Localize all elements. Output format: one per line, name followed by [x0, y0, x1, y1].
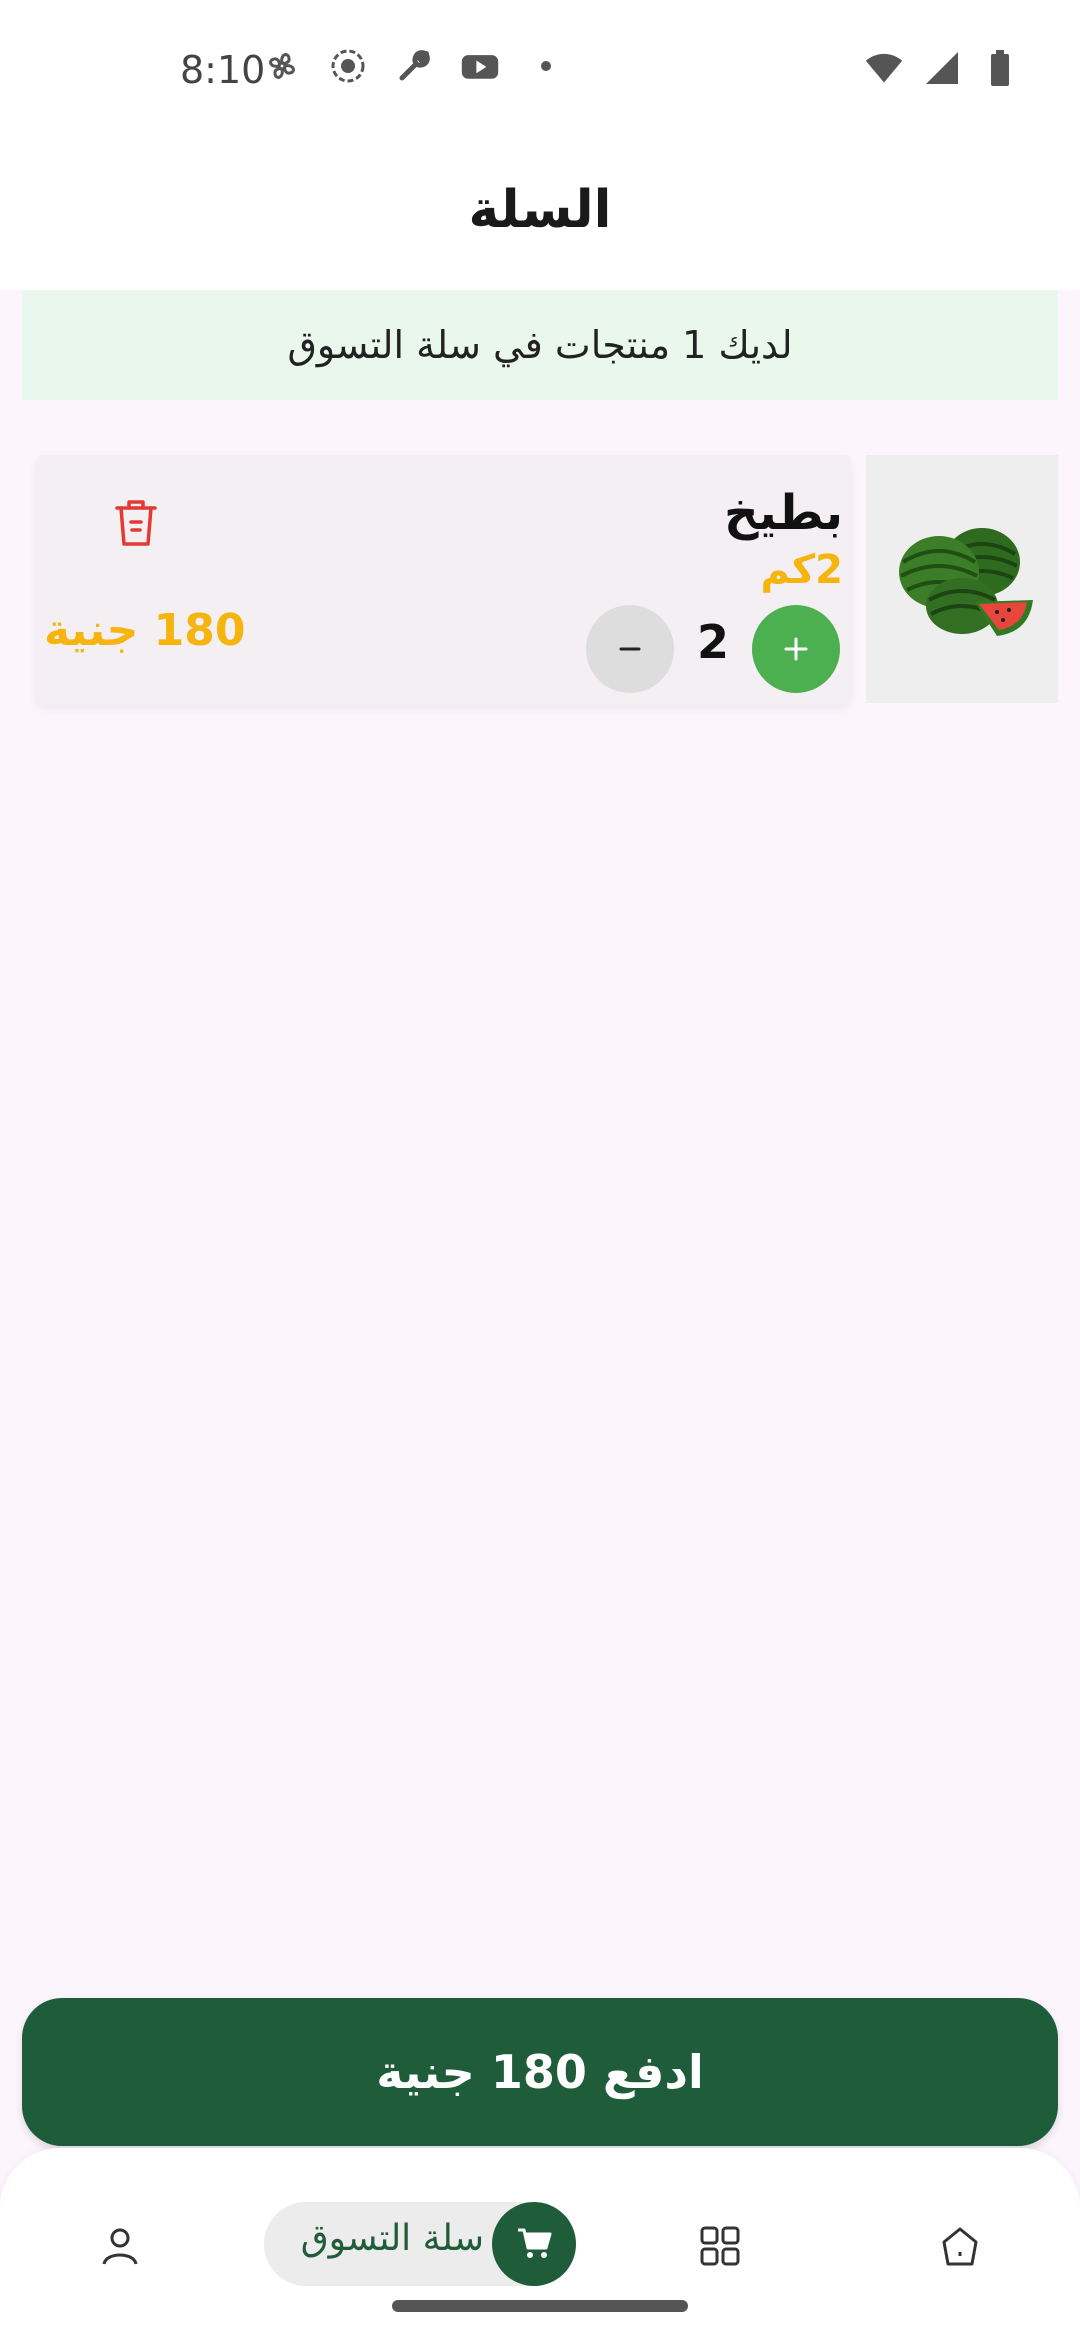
pay-button[interactable]: ادفع 180 جنية	[22, 1998, 1058, 2146]
status-system-icons	[864, 48, 1020, 88]
battery-icon	[980, 48, 1020, 88]
signal-icon	[922, 48, 962, 88]
nav-cart-icon-circle	[492, 2202, 576, 2286]
minus-icon	[615, 624, 645, 675]
fan-icon	[262, 46, 302, 86]
item-price: 180 جنية	[44, 605, 246, 656]
status-notification-icons	[262, 46, 566, 86]
nav-cart[interactable]: سلة التسوق	[264, 2202, 576, 2286]
cart-count-banner: لديك 1 منتجات في سلة التسوق	[22, 290, 1058, 400]
dot-icon	[526, 46, 566, 86]
nav-cart-label: سلة التسوق	[300, 2218, 484, 2259]
watermelon-image	[866, 455, 1058, 703]
cart-item: بطيخ 2كم 2 180 جنية	[36, 455, 1058, 705]
profile-icon	[98, 2224, 142, 2272]
status-bar: 8:10	[0, 0, 1080, 140]
youtube-icon	[460, 46, 500, 86]
home-indicator[interactable]	[392, 2300, 688, 2312]
wrench-icon	[394, 46, 434, 86]
quantity-value: 2	[696, 615, 729, 669]
wifi-icon	[864, 48, 904, 88]
grid-icon	[698, 2224, 742, 2272]
increase-quantity-button[interactable]	[752, 605, 840, 693]
item-weight: 2كم	[760, 547, 843, 593]
plus-icon	[781, 624, 811, 675]
home-icon	[938, 2224, 982, 2272]
cart-icon	[514, 2222, 554, 2266]
record-icon	[328, 46, 368, 86]
status-time: 8:10	[180, 48, 266, 92]
cart-count-text: لديك 1 منتجات في سلة التسوق	[287, 323, 793, 367]
delete-item-button[interactable]	[106, 495, 166, 555]
nav-categories[interactable]	[692, 2220, 748, 2276]
item-name: بطيخ	[724, 485, 843, 541]
app-header: السلة	[0, 140, 1080, 290]
decrease-quantity-button[interactable]	[586, 605, 674, 693]
nav-home[interactable]	[932, 2220, 988, 2276]
page-title: السلة	[468, 180, 612, 240]
nav-profile[interactable]	[92, 2220, 148, 2276]
trash-icon	[113, 496, 159, 554]
